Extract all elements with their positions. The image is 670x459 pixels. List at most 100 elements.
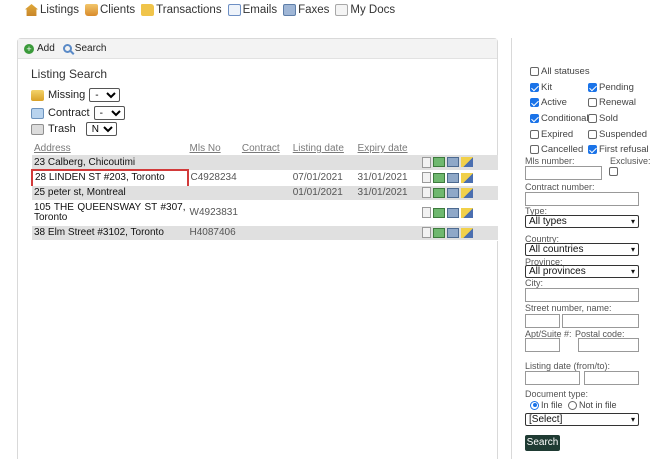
- missing-select[interactable]: -: [89, 88, 121, 102]
- trash-filter: Trash No: [31, 122, 117, 136]
- print-icon[interactable]: [447, 207, 460, 218]
- row-listing-date: [290, 200, 356, 226]
- col-address[interactable]: Address: [32, 142, 188, 155]
- status-suspended-checkbox[interactable]: Suspended: [588, 129, 647, 140]
- status-conditional-checkbox[interactable]: Conditional: [530, 113, 589, 124]
- col-contract[interactable]: Contract: [240, 142, 291, 155]
- status-expired-checkbox[interactable]: Expired: [530, 129, 573, 140]
- nav-emails[interactable]: Emails: [227, 4, 277, 16]
- edit-icon[interactable]: [461, 172, 474, 183]
- contract-number-input[interactable]: [525, 192, 639, 206]
- country-select[interactable]: All countries ▾: [525, 243, 639, 256]
- search-filters-panel: All statuses Kit Pending Active Renewal …: [511, 38, 670, 459]
- exclusive-checkbox[interactable]: [609, 167, 618, 176]
- document-icon[interactable]: [422, 207, 432, 218]
- row-contract: [239, 185, 291, 201]
- in-file-radio[interactable]: In file: [530, 400, 563, 410]
- row-address[interactable]: 38 Elm Street #3102, Toronto: [32, 225, 188, 241]
- not-in-file-radio[interactable]: Not in file: [568, 400, 617, 410]
- row-address[interactable]: 105 THE QUEENSWAY ST #307, Toronto: [32, 200, 188, 226]
- contract-select[interactable]: -: [93, 106, 125, 120]
- status-kit-checkbox[interactable]: Kit: [530, 82, 552, 93]
- city-input[interactable]: [525, 288, 639, 302]
- image-icon[interactable]: [433, 157, 446, 168]
- document-icon[interactable]: [422, 172, 432, 183]
- status-all-checkbox[interactable]: All statuses: [530, 66, 590, 77]
- edit-icon[interactable]: [461, 227, 474, 238]
- edit-icon[interactable]: [461, 157, 474, 168]
- contract-number-label: Contract number:: [525, 182, 595, 192]
- col-listing-date[interactable]: Listing date: [291, 142, 356, 155]
- status-pending-label: Pending: [599, 82, 634, 93]
- print-icon[interactable]: [447, 227, 460, 238]
- row-address[interactable]: 28 LINDEN ST #203, Toronto: [31, 169, 189, 186]
- table-row[interactable]: 28 LINDEN ST #203, Toronto C4928234 07/0…: [31, 169, 498, 186]
- status-sold-checkbox[interactable]: Sold: [588, 113, 618, 124]
- add-icon: +: [24, 43, 34, 54]
- status-first-refusal-checkbox[interactable]: First refusal: [588, 144, 649, 155]
- fax-icon: [283, 4, 297, 16]
- row-address[interactable]: 25 peter st, Montreal: [32, 185, 188, 201]
- chevron-down-icon: ▾: [630, 267, 635, 276]
- document-icon[interactable]: [422, 227, 432, 238]
- nav-clients[interactable]: Clients: [85, 4, 135, 16]
- nav-mydocs-label: My Docs: [350, 4, 396, 16]
- type-select[interactable]: All types ▾: [525, 215, 639, 228]
- table-row[interactable]: 25 peter st, Montreal 01/01/2021 31/01/2…: [32, 185, 498, 201]
- trash-select[interactable]: No: [85, 122, 117, 136]
- row-contract: [239, 155, 291, 171]
- status-cancelled-checkbox[interactable]: Cancelled: [530, 144, 583, 155]
- row-address[interactable]: 23 Calberg, Chicoutimi: [32, 155, 188, 171]
- missing-filter: Missing -: [31, 88, 121, 102]
- print-icon[interactable]: [447, 172, 460, 183]
- row-mls: W4923831: [187, 200, 240, 226]
- mail-icon: [227, 4, 241, 16]
- status-active-checkbox[interactable]: Active: [530, 97, 567, 108]
- street-name-input[interactable]: [562, 314, 639, 328]
- status-conditional-label: Conditional: [541, 113, 589, 124]
- image-icon[interactable]: [433, 227, 446, 238]
- print-icon[interactable]: [447, 187, 460, 198]
- edit-icon[interactable]: [461, 187, 474, 198]
- image-icon[interactable]: [433, 187, 446, 198]
- table-row[interactable]: 23 Calberg, Chicoutimi: [32, 155, 498, 171]
- chevron-down-icon: ▾: [630, 217, 635, 226]
- image-icon[interactable]: [433, 172, 446, 183]
- contract-filter: Contract -: [31, 106, 125, 120]
- image-icon[interactable]: [433, 207, 446, 218]
- add-button[interactable]: + Add: [24, 43, 55, 54]
- province-select[interactable]: All provinces ▾: [525, 265, 639, 278]
- print-icon[interactable]: [447, 157, 460, 168]
- document-icon[interactable]: [422, 187, 432, 198]
- home-icon: [25, 4, 38, 16]
- table-row[interactable]: 38 Elm Street #3102, Toronto H4087406: [32, 225, 498, 241]
- chevron-down-icon: ▾: [630, 245, 635, 254]
- edit-icon[interactable]: [461, 207, 474, 218]
- col-mls[interactable]: Mls No: [188, 142, 240, 155]
- panel-toolbar: + Add Search: [18, 39, 497, 59]
- search-button[interactable]: Search: [525, 435, 560, 451]
- in-file-label: In file: [541, 400, 563, 410]
- row-mls: [187, 155, 240, 171]
- row-contract: [239, 200, 291, 226]
- status-renewal-checkbox[interactable]: Renewal: [588, 97, 636, 108]
- row-expiry-date: [355, 225, 421, 241]
- col-expiry-date[interactable]: Expiry date: [356, 142, 421, 155]
- listing-date-from-input[interactable]: [525, 371, 580, 385]
- nav-listings[interactable]: Listings: [25, 4, 79, 16]
- row-contract: [239, 170, 291, 186]
- apt-suite-input[interactable]: [525, 338, 560, 352]
- document-type-select[interactable]: [Select] ▾: [525, 413, 639, 426]
- listing-date-to-input[interactable]: [584, 371, 639, 385]
- postal-code-input[interactable]: [578, 338, 639, 352]
- status-pending-checkbox[interactable]: Pending: [588, 82, 634, 93]
- mls-number-input[interactable]: [525, 166, 602, 180]
- nav-listings-label: Listings: [40, 4, 79, 16]
- table-row[interactable]: 105 THE QUEENSWAY ST #307, Toronto W4923…: [32, 200, 498, 226]
- nav-faxes[interactable]: Faxes: [283, 4, 329, 16]
- document-icon[interactable]: [422, 156, 432, 168]
- search-toolbar-button[interactable]: Search: [62, 43, 106, 54]
- nav-transactions[interactable]: Transactions: [141, 4, 222, 16]
- street-number-input[interactable]: [525, 314, 560, 328]
- nav-mydocs[interactable]: My Docs: [335, 4, 395, 16]
